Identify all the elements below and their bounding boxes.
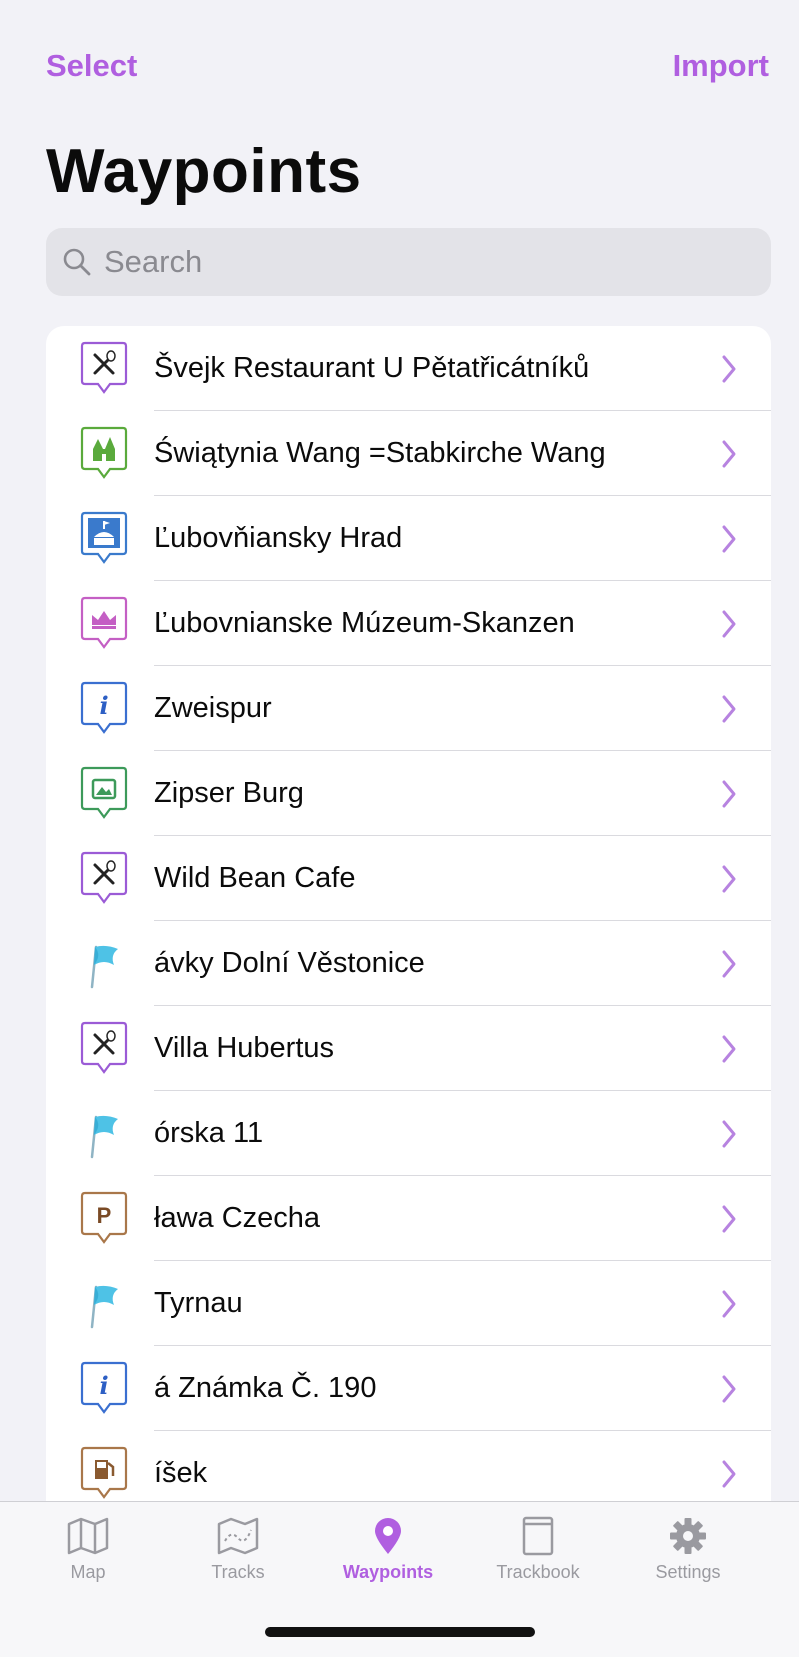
waypoint-row[interactable]: i á Známka Č. 190 (46, 1346, 771, 1431)
castle-icon (80, 511, 128, 564)
waypoint-row[interactable]: i Zweispur (46, 666, 771, 751)
flag-icon (90, 1285, 118, 1329)
map-icon (67, 1517, 109, 1555)
chevron-right-icon (722, 610, 736, 638)
waypoint-row[interactable]: Villa Hubertus (46, 1006, 771, 1091)
waypoint-name: Zipser Burg (154, 777, 304, 809)
waypoint-row[interactable]: íšek (46, 1431, 771, 1501)
chevron-right-icon (722, 1120, 736, 1148)
chevron-right-icon (722, 440, 736, 468)
waypoint-row[interactable]: Pława Czecha (46, 1176, 771, 1261)
waypoint-name: Ľubovnianske Múzeum-Skanzen (154, 607, 575, 639)
church-icon (80, 426, 128, 479)
home-indicator (265, 1627, 535, 1637)
tab-label: Waypoints (342, 1562, 434, 1582)
svg-text:P: P (97, 1203, 112, 1228)
restaurant-icon (80, 1021, 128, 1074)
waypoint-name: ávky Dolní Věstonice (154, 947, 425, 979)
search-input[interactable] (102, 243, 706, 281)
tab-label: Map (70, 1562, 106, 1582)
waypoint-name: órska 11 (154, 1117, 264, 1149)
waypoint-row[interactable]: Ľubovňiansky Hrad (46, 496, 771, 581)
waypoint-row[interactable]: Ľubovnianske Múzeum-Skanzen (46, 581, 771, 666)
waypoint-name: Świątynia Wang =Stabkirche Wang (154, 437, 606, 469)
fuel-icon (80, 1446, 128, 1499)
chevron-right-icon (722, 1460, 736, 1488)
waypoint-name: Ľubovňiansky Hrad (154, 522, 403, 554)
info-icon: i (80, 1361, 128, 1414)
search-bar[interactable] (46, 228, 771, 296)
tab-tracks[interactable]: Tracks (178, 1516, 298, 1583)
navigation-bar: Select Import (0, 44, 799, 88)
waypoint-row[interactable]: Švejk Restaurant U Pětatřicátníků (46, 326, 771, 411)
chevron-right-icon (722, 1290, 736, 1318)
waypoint-name: á Známka Č. 190 (154, 1372, 377, 1404)
search-icon (63, 248, 91, 276)
svg-text:i: i (99, 1371, 108, 1400)
restaurant-icon (80, 851, 128, 904)
chevron-right-icon (722, 695, 736, 723)
waypoint-pin-icon (375, 1518, 401, 1554)
tab-waypoints[interactable]: Waypoints (328, 1516, 448, 1583)
chevron-right-icon (722, 525, 736, 553)
waypoint-name: Zweispur (154, 692, 272, 724)
restaurant-icon (80, 341, 128, 394)
tab-trackbook[interactable]: Trackbook (478, 1516, 598, 1583)
waypoint-name: Švejk Restaurant U Pětatřicátníků (154, 352, 590, 384)
page-title: Waypoints (46, 137, 362, 206)
info-icon: i (80, 681, 128, 734)
chevron-right-icon (722, 950, 736, 978)
tab-map[interactable]: Map (28, 1516, 148, 1583)
waypoint-row[interactable]: Tyrnau (46, 1261, 771, 1346)
waypoint-name: Tyrnau (154, 1287, 243, 1319)
import-button[interactable]: Import (673, 48, 769, 84)
tab-settings[interactable]: Settings (628, 1516, 748, 1583)
waypoint-row[interactable]: Wild Bean Cafe (46, 836, 771, 921)
svg-text:i: i (99, 691, 108, 720)
waypoint-list: Švejk Restaurant U Pětatřicátníků Świątyn… (46, 326, 771, 1501)
viewpoint-icon (80, 766, 128, 819)
waypoint-name: ława Czecha (154, 1202, 321, 1234)
chevron-right-icon (722, 780, 736, 808)
gear-icon (670, 1518, 706, 1554)
waypoint-row[interactable]: Świątynia Wang =Stabkirche Wang (46, 411, 771, 496)
waypoint-row[interactable]: órska 11 (46, 1091, 771, 1176)
select-button[interactable]: Select (46, 48, 137, 84)
waypoint-name: Wild Bean Cafe (154, 862, 356, 894)
chevron-right-icon (722, 355, 736, 383)
chevron-right-icon (722, 1375, 736, 1403)
flag-icon (90, 1115, 118, 1159)
museum-crown-icon (80, 596, 128, 649)
tab-label: Tracks (211, 1562, 265, 1582)
tab-label: Settings (655, 1562, 721, 1582)
tracks-icon (217, 1517, 259, 1555)
chevron-right-icon (722, 1035, 736, 1063)
chevron-right-icon (722, 865, 736, 893)
waypoint-name: íšek (154, 1457, 208, 1489)
flag-icon (90, 945, 118, 989)
trackbook-icon (522, 1516, 554, 1556)
waypoint-row[interactable]: ávky Dolní Věstonice (46, 921, 771, 1006)
waypoint-row[interactable]: Zipser Burg (46, 751, 771, 836)
chevron-right-icon (722, 1205, 736, 1233)
parking-icon: P (80, 1191, 128, 1244)
tab-label: Trackbook (496, 1562, 580, 1582)
waypoint-name: Villa Hubertus (154, 1032, 335, 1064)
